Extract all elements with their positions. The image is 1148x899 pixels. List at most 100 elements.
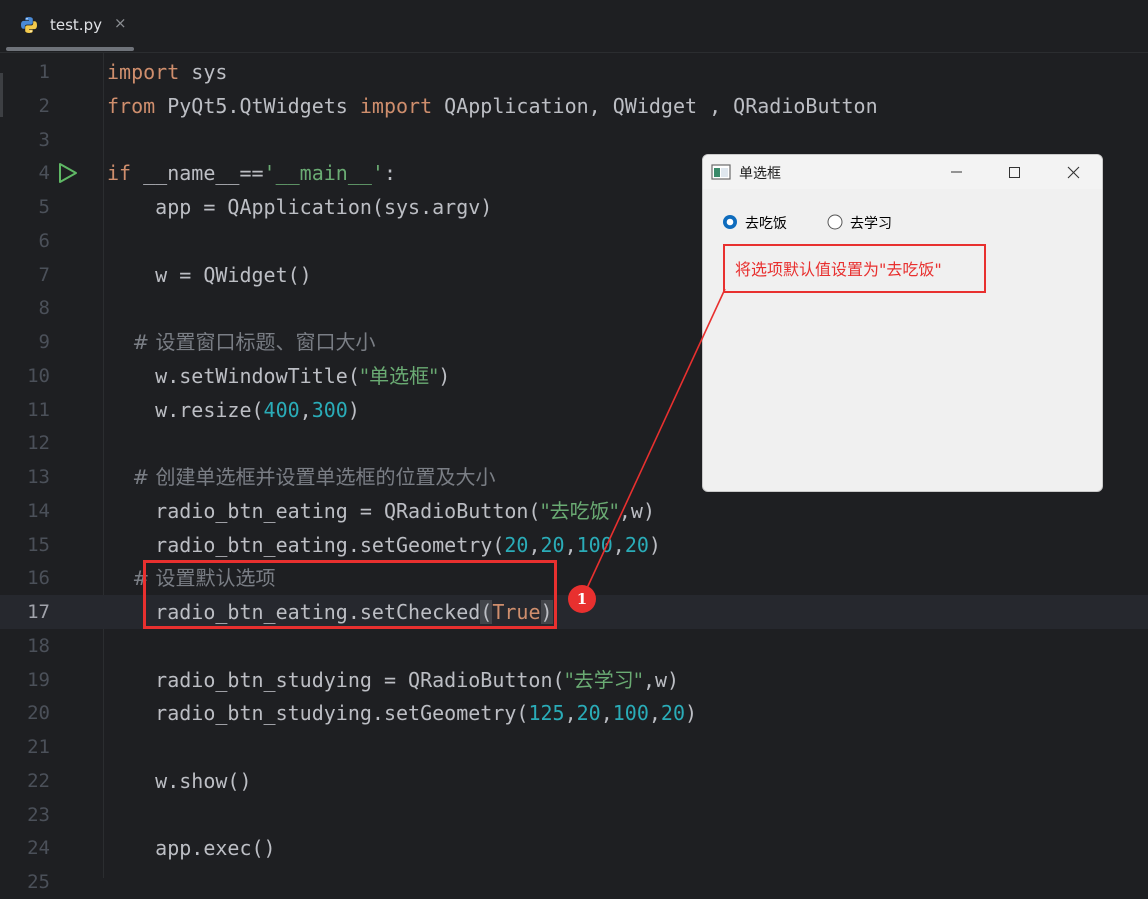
code-line[interactable]: 19 radio_btn_studying = QRadioButton("去学… (0, 663, 1148, 697)
line-number: 14 (27, 499, 50, 522)
editor-tab-bar: test.py × (0, 0, 1148, 53)
annotation-code-highlight (143, 560, 557, 629)
code-text: app = QApplication(sys.argv) (107, 195, 492, 219)
code-text: w.resize(400,300) (107, 398, 360, 422)
radio-eating-label: 去吃饭 (745, 216, 787, 232)
code-line[interactable]: 25 (0, 865, 1148, 899)
code-token: 100 (576, 532, 613, 557)
code-token: # 创建单选框并设置单选框的位置及大小 (107, 465, 496, 489)
code-token: __name__== (131, 161, 264, 186)
line-number: 20 (27, 702, 50, 725)
line-number: 6 (38, 229, 50, 252)
code-token: if (107, 161, 132, 186)
code-token: 20 (660, 701, 686, 726)
code-line[interactable]: 3 (0, 123, 1148, 157)
code-line[interactable]: 20 radio_btn_studying.setGeometry(125,20… (0, 696, 1148, 730)
line-number: 11 (27, 398, 50, 421)
code-token: ) (347, 397, 360, 422)
code-token: PyQt5.QtWidgets (155, 93, 360, 118)
line-number: 19 (27, 668, 50, 691)
code-token: from (107, 93, 156, 118)
tab-test-py[interactable]: test.py × (6, 0, 134, 52)
code-token: , (600, 701, 613, 726)
code-line[interactable]: 24 app.exec() (0, 831, 1148, 865)
line-number: 22 (27, 769, 50, 792)
code-token: import (359, 93, 433, 118)
code-text: radio_btn_eating.setGeometry(20,20,100,2… (107, 533, 661, 557)
qt-window-title: 单选框 (739, 166, 781, 182)
code-token: app = QApplication(sys.argv) (107, 195, 493, 219)
code-token: 20 (576, 701, 601, 726)
code-text: radio_btn_studying.setGeometry(125,20,10… (107, 701, 697, 725)
code-line[interactable]: 1 import sys (0, 55, 1148, 89)
line-number: 12 (27, 432, 50, 455)
code-token: 100 (612, 701, 649, 726)
code-token: import (107, 60, 180, 84)
code-line[interactable]: 18 (0, 629, 1148, 663)
code-token: 20 (624, 532, 649, 557)
line-number: 23 (27, 803, 50, 826)
line-number: 13 (27, 466, 50, 488)
code-token: ) (685, 701, 698, 726)
code-token: 400 (263, 397, 300, 422)
code-token: ,w) (618, 498, 656, 523)
line-number: 21 (27, 736, 50, 758)
code-line[interactable]: 2 from PyQt5.QtWidgets import QApplicatio… (0, 89, 1148, 123)
code-token: '__main__' (263, 161, 384, 186)
code-token: 125 (528, 701, 565, 726)
active-tab-indicator (6, 47, 134, 51)
code-text: radio_btn_studying = QRadioButton("去学习",… (107, 668, 679, 692)
code-token: radio_btn_studying.setGeometry( (107, 701, 529, 726)
code-text: import sys (107, 60, 227, 84)
code-line[interactable]: 15 radio_btn_eating.setGeometry(20,20,10… (0, 528, 1148, 562)
maximize-button[interactable] (985, 155, 1043, 189)
minimize-icon (951, 171, 962, 173)
code-token: QApplication, QWidget , QRadioButton (432, 93, 878, 118)
code-token: , (528, 532, 541, 557)
code-line[interactable]: 23 (0, 798, 1148, 832)
line-number: 25 (27, 871, 50, 893)
line-number: 7 (38, 263, 50, 286)
code-text: app.exec() (107, 836, 276, 861)
radio-unchecked-icon (827, 214, 843, 230)
code-token: , (612, 532, 625, 557)
code-token: w.resize( (107, 397, 264, 422)
code-text: # 设置窗口标题、窗口大小 (107, 330, 376, 354)
code-token: 20 (504, 532, 529, 557)
code-token: , (564, 532, 577, 557)
qt-titlebar[interactable]: 单选框 (703, 155, 1102, 189)
code-token: # 设置窗口标题、窗口大小 (107, 330, 376, 354)
code-text: from PyQt5.QtWidgets import QApplication… (107, 94, 878, 118)
minimize-button[interactable] (927, 155, 985, 189)
line-number: 1 (38, 61, 50, 83)
python-file-icon (21, 17, 37, 33)
code-line[interactable]: 21 (0, 730, 1148, 764)
line-number: 10 (27, 364, 50, 387)
run-gutter-icon[interactable] (57, 162, 79, 184)
code-line[interactable]: 22 w.show() (0, 764, 1148, 798)
tab-filename: test.py (50, 16, 102, 34)
code-token: w.show() (107, 768, 252, 793)
app-window-icon (711, 164, 731, 180)
code-token: w = QWidget() (107, 262, 312, 287)
annotation-marker-badge: 1 (568, 585, 596, 613)
code-token: ) (438, 363, 451, 388)
qt-window-radio[interactable]: 单选框 去吃饭 去学习 (702, 154, 1103, 492)
code-text: w.setWindowTitle("单选框") (107, 364, 450, 388)
code-token: , (299, 397, 312, 422)
radio-studying-label: 去学习 (850, 216, 892, 232)
line-number: 18 (27, 634, 50, 657)
code-token: , (564, 701, 577, 726)
code-token: ) (648, 532, 661, 557)
code-token: app.exec() (107, 836, 276, 861)
line-number: 3 (38, 128, 50, 151)
tab-close-icon[interactable]: × (114, 14, 127, 32)
code-line[interactable]: 14 radio_btn_eating = QRadioButton("去吃饭"… (0, 494, 1148, 528)
line-number: 8 (38, 297, 50, 320)
close-button[interactable] (1043, 155, 1101, 189)
code-text: radio_btn_eating = QRadioButton("去吃饭",w) (107, 499, 655, 523)
radio-checked-icon (723, 215, 737, 229)
code-token: : (383, 161, 397, 186)
line-number: 17 (27, 601, 50, 623)
maximize-icon (1009, 167, 1020, 178)
